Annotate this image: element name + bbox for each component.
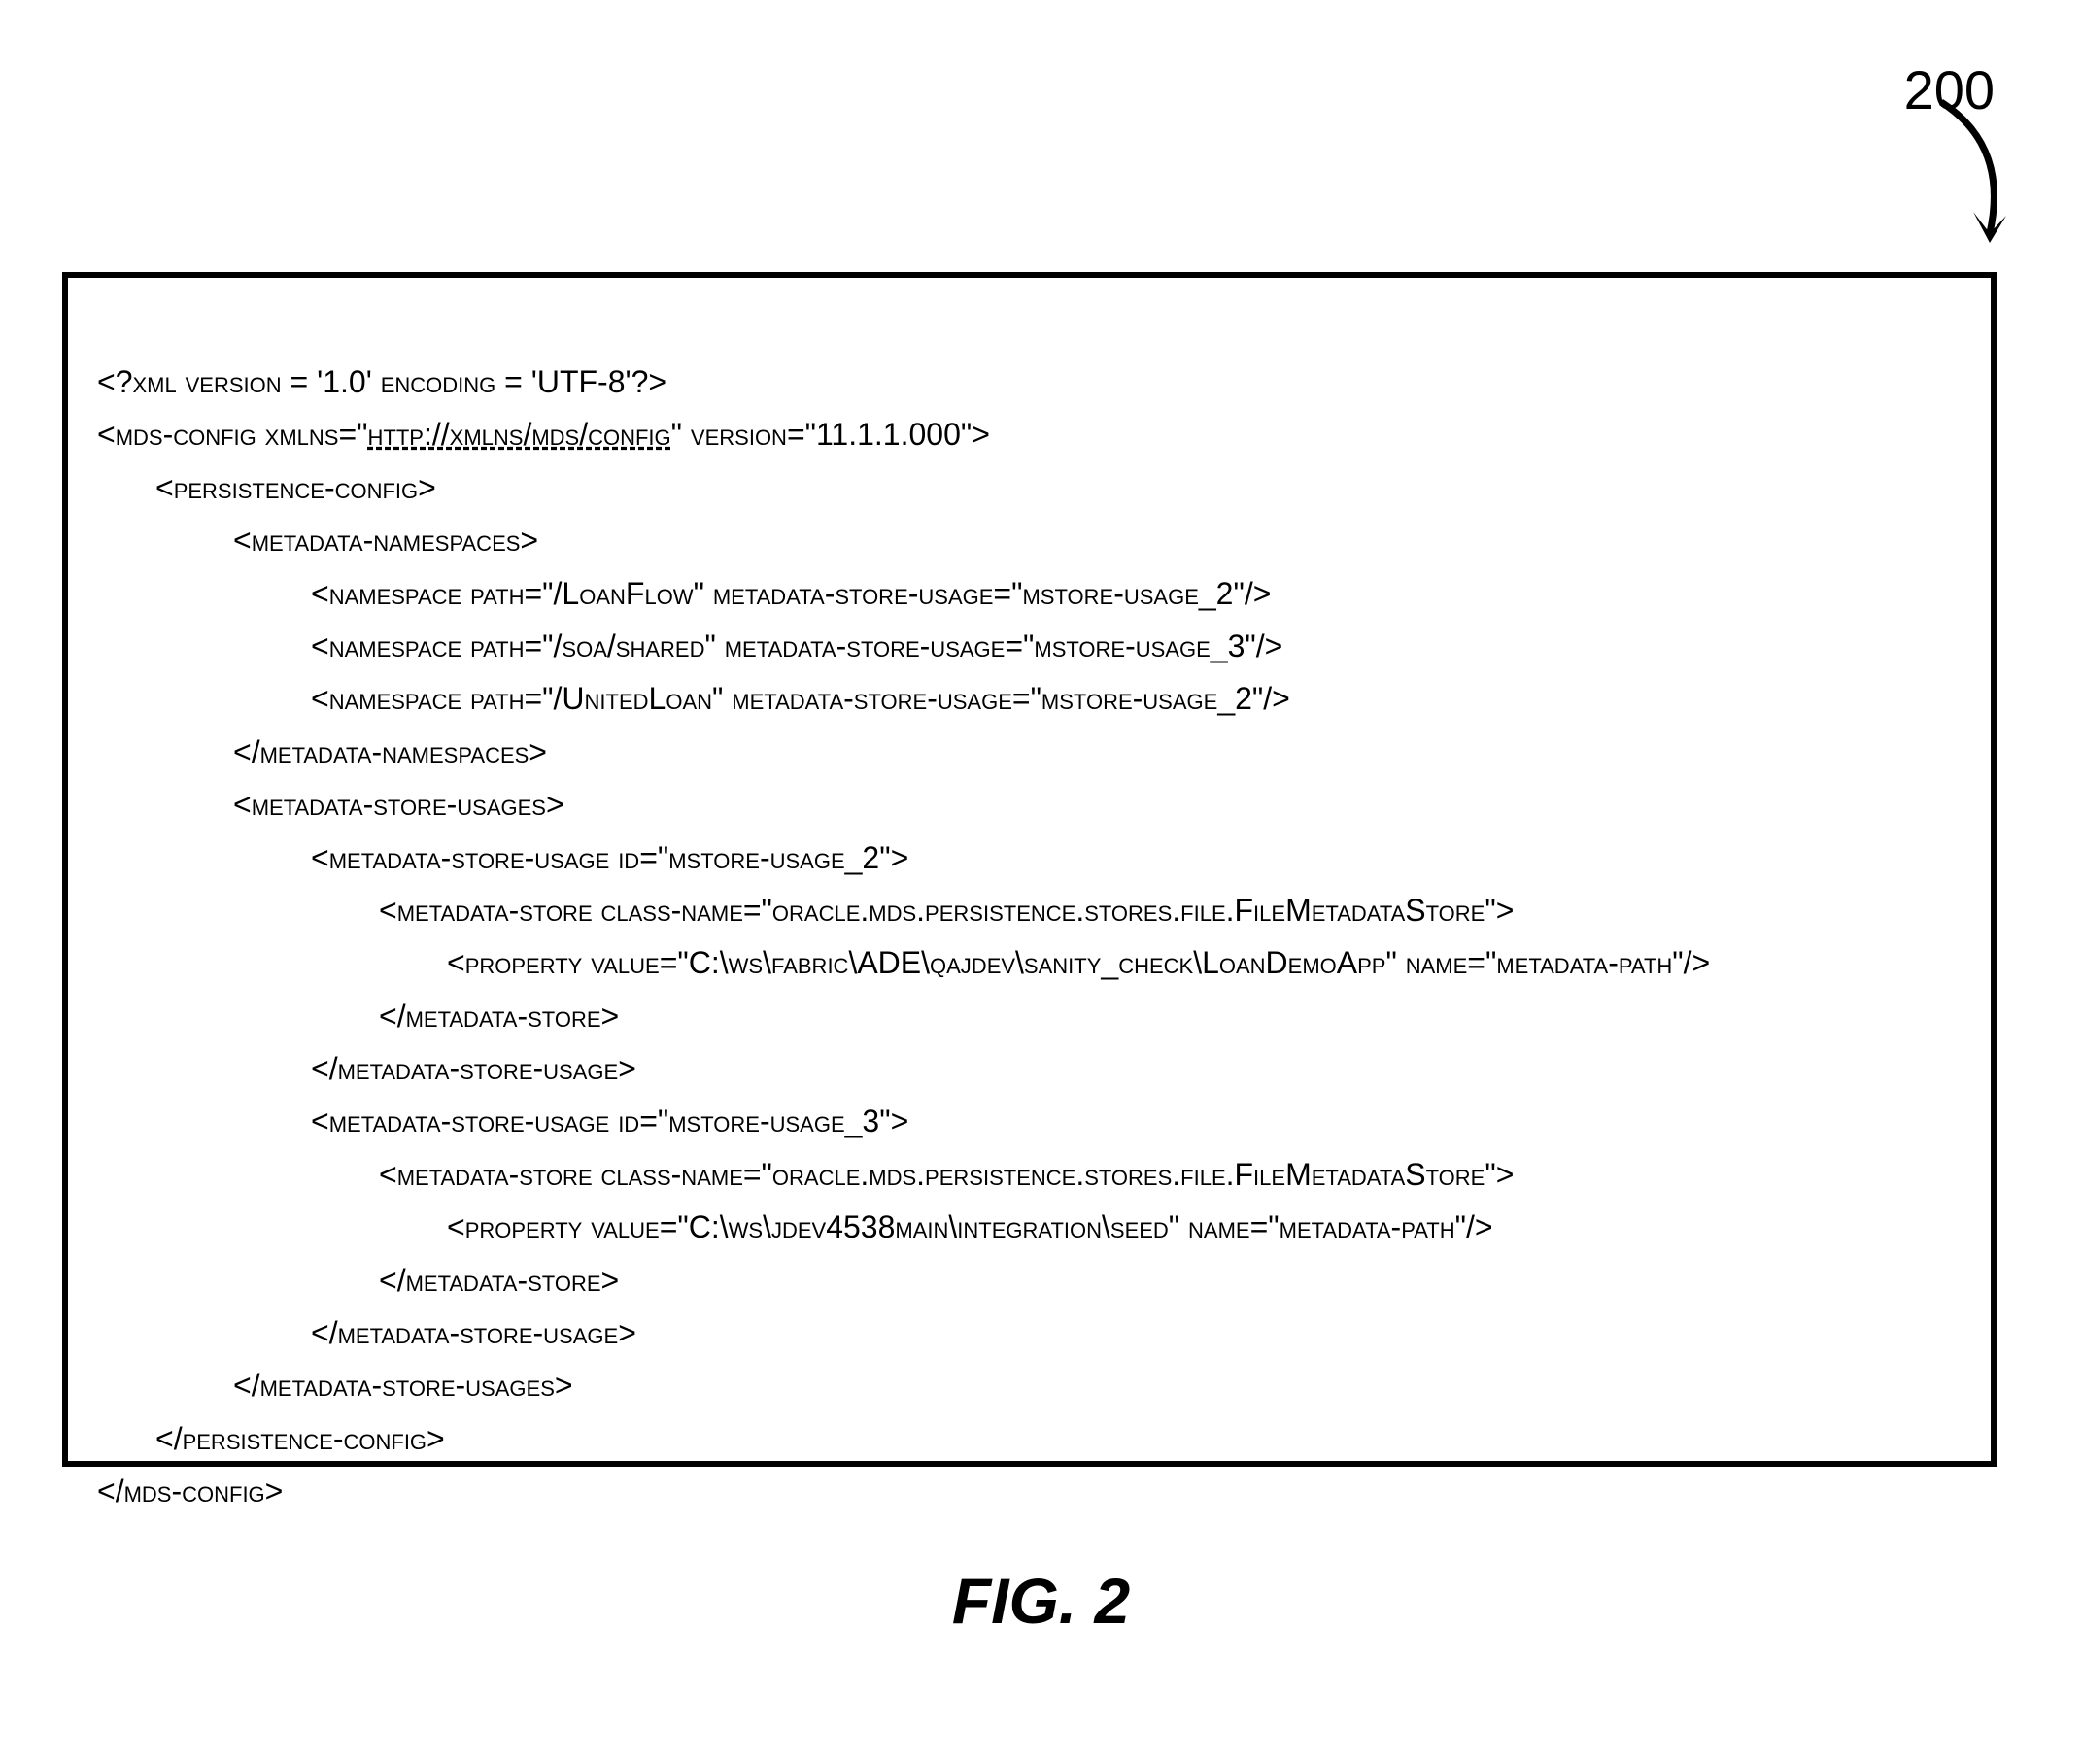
xml-line: <property value="C:\ws\fabric\ADE\qajdev…: [97, 936, 1962, 989]
xml-line: <metadata-store-usage id="mstore-usage_2…: [97, 831, 1962, 884]
xml-line: <?xml version = '1.0' encoding = 'UTF-8'…: [97, 356, 1962, 408]
xml-line: <mds-config xmlns="http://xmlns/mds/conf…: [97, 408, 1962, 460]
figure-caption: FIG. 2: [39, 1564, 2043, 1638]
xml-link: http://xmlns/mds/config: [368, 417, 671, 452]
xml-line: <metadata-store class-name="oracle.mds.p…: [97, 1148, 1962, 1201]
xml-line: </metadata-namespaces>: [97, 726, 1962, 778]
xml-line: <metadata-store-usage id="mstore-usage_3…: [97, 1095, 1962, 1147]
xml-line: <namespace path="/soa/shared" metadata-s…: [97, 620, 1962, 672]
xml-text: <mds-config xmlns=": [97, 417, 368, 452]
xml-line: <persistence-config>: [97, 461, 1962, 514]
xml-line: </metadata-store>: [97, 1254, 1962, 1306]
xml-line: </mds-config>: [97, 1465, 1962, 1517]
xml-line: </metadata-store>: [97, 990, 1962, 1042]
xml-line: <metadata-store-usages>: [97, 778, 1962, 831]
xml-line: <namespace path="/UnitedLoan" metadata-s…: [97, 672, 1962, 725]
xml-line: </metadata-store-usages>: [97, 1359, 1962, 1411]
xml-line: <namespace path="/LoanFlow" metadata-sto…: [97, 567, 1962, 620]
xml-line: </metadata-store-usage>: [97, 1306, 1962, 1359]
pointer-arrow: [1907, 87, 2024, 262]
xml-line: <metadata-store class-name="oracle.mds.p…: [97, 884, 1962, 936]
xml-line: </metadata-store-usage>: [97, 1042, 1962, 1095]
xml-line: <property value="C:\ws\jdev4538main\inte…: [97, 1201, 1962, 1253]
xml-line: </persistence-config>: [97, 1412, 1962, 1465]
xml-line: <metadata-namespaces>: [97, 514, 1962, 566]
xml-code-box: <?xml version = '1.0' encoding = 'UTF-8'…: [62, 272, 1997, 1467]
xml-text: " version="11.1.1.000">: [671, 417, 990, 452]
